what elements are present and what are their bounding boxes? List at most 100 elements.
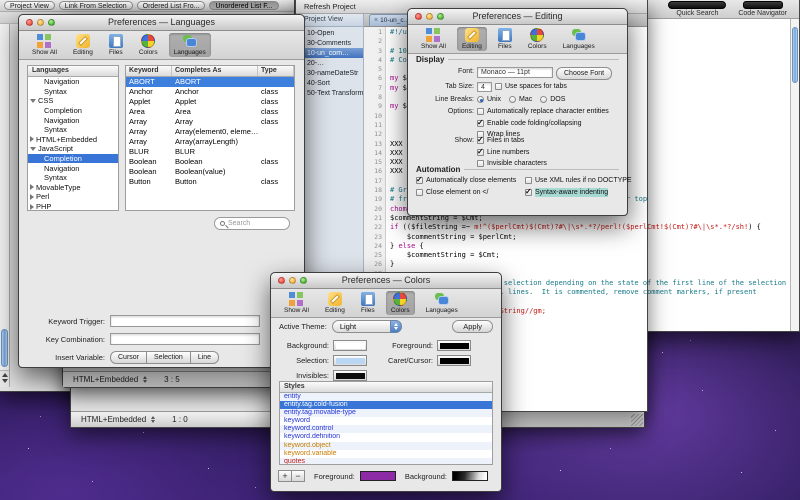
popup-arrows-icon[interactable] bbox=[143, 376, 147, 383]
add-style-button[interactable]: + bbox=[278, 470, 292, 482]
refresh-project-button[interactable]: Refresh Project bbox=[304, 2, 356, 11]
style-row[interactable]: keyword.object bbox=[280, 442, 492, 450]
prefs-tab-editing[interactable]: Editing bbox=[457, 27, 487, 51]
apply-button[interactable]: Apply bbox=[452, 320, 493, 333]
scrollbar-thumb[interactable] bbox=[1, 329, 8, 367]
keyword-row[interactable]: AnchorAnchorclass bbox=[126, 87, 294, 97]
languages-list-header[interactable]: Languages bbox=[28, 66, 118, 77]
language-row[interactable]: Completion bbox=[28, 106, 118, 116]
color-well[interactable] bbox=[333, 355, 367, 366]
checkbox[interactable] bbox=[477, 149, 484, 156]
popup-arrows-icon[interactable] bbox=[151, 416, 155, 423]
styles-header[interactable]: Styles bbox=[280, 382, 492, 393]
toolbar-button[interactable]: Link From Selection bbox=[59, 1, 133, 10]
keyword-row[interactable]: ABORTABORT bbox=[126, 77, 294, 87]
keyword-row[interactable]: ArrayArray(element0, eleme… bbox=[126, 127, 294, 137]
use-spaces-checkbox[interactable] bbox=[495, 83, 502, 90]
minimize-button[interactable] bbox=[426, 13, 433, 20]
minimize-button[interactable] bbox=[289, 277, 296, 284]
color-well[interactable] bbox=[437, 355, 471, 366]
checkbox[interactable] bbox=[525, 177, 532, 184]
scrollbar-arrows[interactable] bbox=[0, 370, 9, 387]
prefs-tab-languages[interactable]: Languages bbox=[421, 291, 463, 315]
prefs-tab-show-all[interactable]: Show All bbox=[279, 291, 314, 315]
keyword-row[interactable]: BooleanBoolean(value) bbox=[126, 167, 294, 177]
toolbar-button[interactable]: Ordered List Fro... bbox=[137, 1, 206, 10]
close-button[interactable] bbox=[415, 13, 422, 20]
keyword-row[interactable]: ArrayArray(arrayLength) bbox=[126, 137, 294, 147]
color-well[interactable] bbox=[437, 340, 471, 351]
zoom-button[interactable] bbox=[300, 277, 307, 284]
radio-button[interactable] bbox=[477, 96, 484, 103]
language-row[interactable]: PHP bbox=[28, 202, 118, 211]
sidebar-file-item[interactable]: 30-nameDateStr bbox=[296, 68, 363, 78]
prefs-tab-colors[interactable]: Colors bbox=[386, 291, 415, 315]
prefs-tab-languages[interactable]: Languages bbox=[169, 33, 211, 57]
radio-button[interactable] bbox=[509, 96, 516, 103]
disclosure-right-icon[interactable] bbox=[30, 204, 34, 210]
style-row[interactable]: entity bbox=[280, 393, 492, 401]
language-mode-popup[interactable]: HTML+Embedded bbox=[73, 375, 138, 384]
color-well[interactable] bbox=[333, 370, 367, 381]
prefs-tab-languages[interactable]: Languages bbox=[558, 27, 600, 51]
keyword-row[interactable]: AreaAreaclass bbox=[126, 107, 294, 117]
style-row[interactable]: quotes bbox=[280, 458, 492, 465]
keyword-trigger-field[interactable] bbox=[110, 315, 260, 327]
titlebar[interactable]: Preferences — Editing bbox=[408, 9, 627, 25]
background-swatch[interactable] bbox=[452, 471, 488, 481]
tab-size-field[interactable] bbox=[477, 82, 492, 92]
segment-cursor[interactable]: Cursor bbox=[110, 351, 147, 364]
language-row[interactable]: JavaScript bbox=[28, 144, 118, 154]
language-row[interactable]: Navigation bbox=[28, 115, 118, 125]
column-header[interactable]: Completes As bbox=[172, 66, 258, 76]
sidebar-file-item[interactable]: 10-Open bbox=[296, 28, 363, 38]
prefs-tab-colors[interactable]: Colors bbox=[134, 33, 163, 57]
font-field[interactable] bbox=[477, 67, 553, 78]
close-button[interactable] bbox=[278, 277, 285, 284]
language-row[interactable]: Completion bbox=[28, 154, 118, 164]
code-navigator-button[interactable] bbox=[743, 1, 783, 9]
segment-line[interactable]: Line bbox=[190, 351, 219, 364]
language-row[interactable]: Syntax bbox=[28, 125, 118, 135]
prefs-tab-show-all[interactable]: Show All bbox=[27, 33, 62, 57]
style-row[interactable]: keyword.definition bbox=[280, 433, 492, 441]
language-mode-popup[interactable]: HTML+Embedded bbox=[81, 415, 146, 424]
language-row[interactable]: Navigation bbox=[28, 77, 118, 87]
disclosure-down-icon[interactable] bbox=[30, 147, 36, 151]
language-row[interactable]: Syntax bbox=[28, 87, 118, 97]
keyword-row[interactable]: BooleanBooleanclass bbox=[126, 157, 294, 167]
choose-font-button[interactable]: Choose Font bbox=[556, 67, 612, 80]
titlebar[interactable]: Preferences — Languages bbox=[19, 15, 304, 31]
prefs-tab-files[interactable]: Files bbox=[493, 27, 517, 51]
vertical-scrollbar[interactable] bbox=[790, 19, 799, 331]
tab-close-icon[interactable]: × bbox=[374, 16, 378, 26]
language-row[interactable]: Navigation bbox=[28, 163, 118, 173]
resize-grip[interactable] bbox=[631, 414, 643, 426]
style-row[interactable]: keyword bbox=[280, 417, 492, 425]
zoom-button[interactable] bbox=[437, 13, 444, 20]
disclosure-right-icon[interactable] bbox=[30, 184, 34, 190]
prefs-tab-editing[interactable]: Editing bbox=[68, 33, 98, 57]
sidebar-file-item[interactable]: 50-Text Transform bbox=[296, 88, 363, 98]
remove-style-button[interactable]: − bbox=[291, 470, 305, 482]
scroll-down-arrow-icon[interactable] bbox=[2, 379, 8, 383]
theme-popup[interactable]: Light bbox=[332, 320, 402, 333]
prefs-tab-files[interactable]: Files bbox=[356, 291, 380, 315]
prefs-tab-colors[interactable]: Colors bbox=[523, 27, 552, 51]
toolbar-button[interactable]: Project View bbox=[4, 1, 55, 10]
prefs-tab-show-all[interactable]: Show All bbox=[416, 27, 451, 51]
language-row[interactable]: HTML+Embedded bbox=[28, 135, 118, 145]
checkbox[interactable] bbox=[477, 120, 484, 127]
checkbox[interactable] bbox=[416, 177, 423, 184]
foreground-swatch[interactable] bbox=[360, 471, 396, 481]
key-combination-field[interactable] bbox=[110, 333, 260, 345]
checkbox[interactable] bbox=[477, 137, 484, 144]
scrollbar-thumb[interactable] bbox=[792, 27, 798, 83]
titlebar[interactable]: Preferences — Colors bbox=[271, 273, 501, 289]
style-row[interactable]: keyword.control bbox=[280, 425, 492, 433]
sidebar-file-item[interactable]: 30-Comments bbox=[296, 38, 363, 48]
column-header[interactable]: Keyword bbox=[126, 66, 172, 76]
sidebar-file-item[interactable]: 20-… bbox=[296, 58, 363, 68]
keyword-table-header[interactable]: KeywordCompletes AsType bbox=[126, 66, 294, 77]
sidebar-file-item[interactable]: 10-un_com… bbox=[296, 48, 363, 58]
